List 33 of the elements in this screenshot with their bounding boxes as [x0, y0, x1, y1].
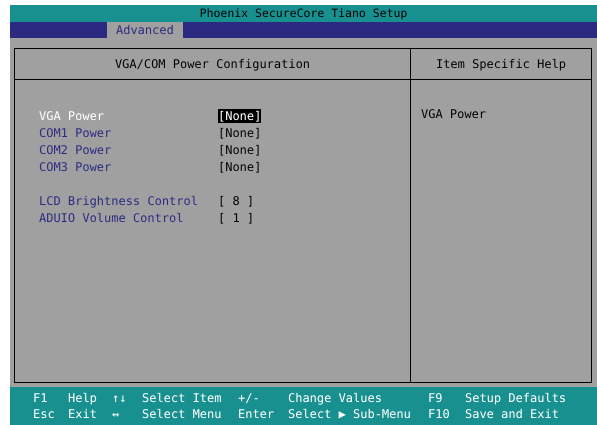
key-label: F1 — [33, 391, 48, 405]
setting-value[interactable]: [None] — [218, 126, 262, 140]
help-title: Item Specific Help — [411, 49, 591, 80]
key-label: F9 — [428, 391, 444, 405]
setting-value[interactable]: [ 8 ] — [218, 194, 254, 208]
key-label: Esc — [33, 407, 56, 421]
setting-label[interactable]: LCD Brightness Control — [39, 194, 218, 208]
key-action: Setup Defaults — [465, 391, 568, 405]
setting-value[interactable]: [None] — [218, 160, 262, 174]
help-text: VGA Power — [421, 107, 488, 121]
setting-label[interactable]: COM3 Power — [39, 160, 218, 174]
key-label: ↑↓ — [112, 391, 128, 405]
menu-tab[interactable]: Advanced — [107, 22, 183, 38]
key-action: Exit — [68, 407, 98, 421]
window-title: Phoenix SecureCore Tiano Setup — [10, 5, 597, 22]
key-action: Select Item — [142, 391, 222, 405]
key-action: Change Values — [288, 391, 383, 405]
key-action: Help — [68, 391, 98, 405]
panel-title: VGA/COM Power Configuration — [15, 49, 411, 80]
key-label: F10 — [428, 407, 451, 421]
key-label: ↔ — [112, 407, 120, 421]
key-label: +/- — [238, 391, 261, 405]
setting-value[interactable]: [ 1 ] — [218, 210, 254, 224]
setting-value[interactable]: [None] — [218, 108, 262, 122]
key-action: Select Menu — [142, 407, 222, 421]
key-label: Enter — [238, 407, 276, 421]
setting-label[interactable]: COM2 Power — [39, 142, 218, 156]
key-action: Select ▶ Sub-Menu — [288, 407, 412, 421]
setting-label[interactable]: VGA Power — [39, 108, 218, 122]
key-action: Save and Exit — [465, 407, 560, 421]
setting-label[interactable]: COM1 Power — [39, 126, 218, 140]
setting-value[interactable]: [None] — [218, 142, 262, 156]
setting-label[interactable]: ADUIO Volume Control — [39, 210, 218, 224]
